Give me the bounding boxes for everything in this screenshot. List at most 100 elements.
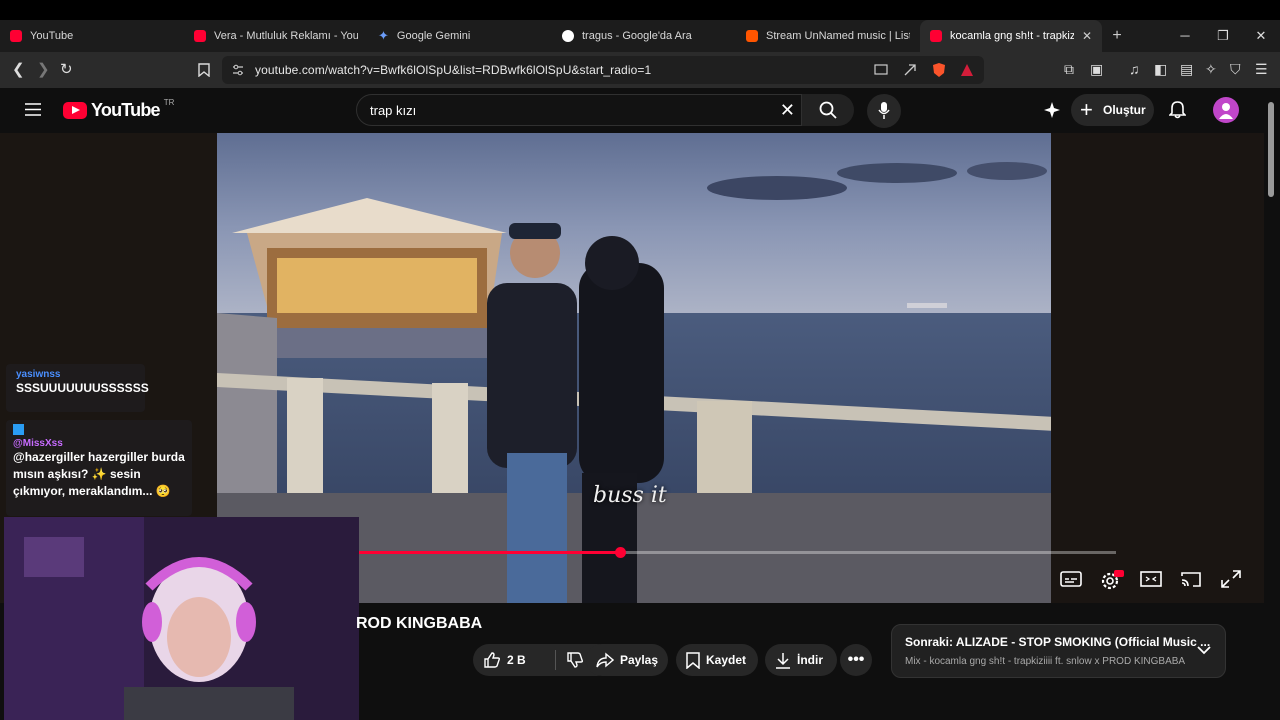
os-top-strip xyxy=(0,0,1280,20)
search-input[interactable]: trap kızı ✕ xyxy=(356,94,802,126)
logo-wordmark: YouTube xyxy=(91,100,161,120)
save-button[interactable]: Kaydet xyxy=(676,644,758,676)
restore-button[interactable]: ❐ xyxy=(1204,20,1242,52)
chat-badge-icon xyxy=(13,424,24,435)
voice-search-button[interactable] xyxy=(867,94,901,128)
video-progress-bar[interactable] xyxy=(359,547,1116,558)
tab-youtube[interactable]: YouTube xyxy=(0,20,184,52)
page-scrollbar[interactable] xyxy=(1264,88,1280,700)
user-silhouette-icon xyxy=(1219,103,1233,119)
youtube-logo[interactable]: YouTube TR xyxy=(63,98,175,121)
tab-title: Google Gemini xyxy=(396,30,471,42)
url-bar[interactable]: youtube.com/watch?v=Bwfk6lOlSpU&list=RDB… xyxy=(222,56,984,84)
up-next-title: Sonraki: ALIZADE - STOP SMOKING (Officia… xyxy=(905,635,1211,649)
chat-message: yasiwnss SSSUUUUUUUSSSSSS xyxy=(6,364,149,412)
up-next-panel[interactable]: Sonraki: ALIZADE - STOP SMOKING (Officia… xyxy=(891,624,1226,678)
back-icon[interactable]: ❮ xyxy=(12,60,25,78)
search-button[interactable] xyxy=(802,94,854,126)
reload-icon[interactable]: ↻ xyxy=(60,60,73,78)
site-settings-icon[interactable] xyxy=(232,64,244,76)
new-tab-button[interactable]: + xyxy=(1102,27,1132,45)
chat-message: @MissXss @hazergiller hazergiller burda … xyxy=(6,420,192,516)
video-title: ROD KINGBABA xyxy=(356,615,483,632)
tab-active-video[interactable]: kocamla gng sh!t - trapkiziii ✕ xyxy=(920,20,1102,52)
microphone-icon xyxy=(878,102,890,119)
tab-title: kocamla gng sh!t - trapkiziii xyxy=(950,30,1074,42)
tab-title: Vera - Mutluluk Reklamı - YouTu xyxy=(214,30,358,42)
sidebar-icon[interactable]: ◧ xyxy=(1154,61,1167,78)
tab-title: Stream UnNamed music | Listen xyxy=(766,30,910,42)
url-text: youtube.com/watch?v=Bwfk6lOlSpU&list=RDB… xyxy=(255,63,652,77)
tab-google-search[interactable]: tragus - Google'da Ara xyxy=(552,20,736,52)
gemini-sparkle-icon: ✦ xyxy=(378,28,389,43)
browser-tab-bar: YouTube Vera - Mutluluk Reklamı - YouTu … xyxy=(0,20,1280,52)
screenshot-icon[interactable]: ▣ xyxy=(1090,61,1103,78)
avatar[interactable] xyxy=(1213,97,1239,123)
more-dots-icon: ••• xyxy=(847,651,865,668)
cast-page-icon[interactable] xyxy=(874,64,888,76)
share-button[interactable]: Paylaş xyxy=(586,644,668,676)
menu-icon[interactable]: ☰ xyxy=(1255,61,1268,78)
chat-text: SSSUUUUUUUSSSSSS xyxy=(16,381,149,395)
chat-username: yasiwnss xyxy=(16,369,61,380)
youtube-play-logo-icon xyxy=(63,102,87,119)
theater-mode-icon[interactable] xyxy=(1139,568,1165,592)
scrollbar-thumb[interactable] xyxy=(1268,102,1274,197)
settings-gear-icon[interactable] xyxy=(1099,568,1125,592)
notifications-bell-icon[interactable] xyxy=(1169,100,1186,119)
share-arrow-icon xyxy=(596,652,614,668)
browser-toolbar: ❮ ❯ ↻ youtube.com/watch?v=Bwfk6lOlSpU&li… xyxy=(0,52,1280,88)
google-favicon-icon xyxy=(562,30,574,42)
cast-icon[interactable] xyxy=(1179,568,1205,592)
save-label: Kaydet xyxy=(706,653,747,667)
tab-soundcloud[interactable]: Stream UnNamed music | Listen xyxy=(736,20,920,52)
share-label: Paylaş xyxy=(620,653,659,667)
tab-vera[interactable]: Vera - Mutluluk Reklamı - YouTu xyxy=(184,20,368,52)
chevron-down-icon[interactable] xyxy=(1197,645,1211,655)
hamburger-menu-icon[interactable] xyxy=(25,103,41,116)
wallet-icon[interactable]: ▤ xyxy=(1180,61,1193,78)
forward-icon[interactable]: ❯ xyxy=(37,60,50,78)
chat-username: @MissXss xyxy=(13,438,63,449)
brave-rewards-icon[interactable] xyxy=(960,63,974,77)
clear-search-icon[interactable]: ✕ xyxy=(780,100,795,121)
gemini-ask-icon[interactable] xyxy=(1043,101,1061,119)
minimize-button[interactable]: ─ xyxy=(1166,20,1204,52)
save-bookmark-icon xyxy=(686,651,700,669)
plus-icon: + xyxy=(1080,97,1093,122)
brave-shields-icon[interactable] xyxy=(932,62,946,78)
streamer-webcam-image xyxy=(4,517,359,720)
youtube-header: YouTube TR trap kızı ✕ + Oluştur xyxy=(0,88,1264,133)
youtube-favicon-icon xyxy=(194,30,206,42)
more-actions-button[interactable]: ••• xyxy=(840,644,872,676)
player-ambient-right xyxy=(1051,133,1264,603)
extensions-icon[interactable]: ⧉ xyxy=(1064,61,1074,78)
progress-fill xyxy=(359,551,621,554)
search-query-text: trap kızı xyxy=(370,103,417,118)
tab-title: YouTube xyxy=(30,30,74,42)
tab-gemini[interactable]: ✦ Google Gemini xyxy=(368,20,552,52)
country-code: TR xyxy=(163,98,175,107)
download-button[interactable]: İndir xyxy=(765,644,837,676)
search-icon xyxy=(819,101,837,119)
leo-ai-icon[interactable]: ✧ xyxy=(1205,61,1217,78)
share-icon[interactable] xyxy=(903,63,917,77)
fullscreen-icon[interactable] xyxy=(1219,568,1245,592)
video-caption-overlay: buss it xyxy=(593,483,667,508)
youtube-favicon-icon xyxy=(10,30,22,42)
up-next-playlist: Mix - kocamla gng sh!t - trapkiziiii ft.… xyxy=(905,656,1186,667)
soundcloud-favicon-icon xyxy=(746,30,758,42)
vpn-icon[interactable]: ⛉ xyxy=(1230,61,1241,78)
close-tab-icon[interactable]: ✕ xyxy=(1082,29,1092,43)
subtitles-icon[interactable] xyxy=(1059,568,1085,592)
close-window-button[interactable]: ✕ xyxy=(1242,20,1280,52)
bookmark-icon[interactable] xyxy=(198,63,210,77)
like-button[interactable]: 2 B xyxy=(483,651,555,669)
tab-title: tragus - Google'da Ara xyxy=(582,30,692,42)
dislike-button[interactable] xyxy=(556,651,584,669)
like-count: 2 B xyxy=(507,653,526,667)
thumbs-down-icon xyxy=(567,652,584,668)
media-icon[interactable]: ♫ xyxy=(1129,61,1140,77)
create-button[interactable]: + Oluştur xyxy=(1071,94,1154,126)
download-label: İndir xyxy=(797,653,823,667)
